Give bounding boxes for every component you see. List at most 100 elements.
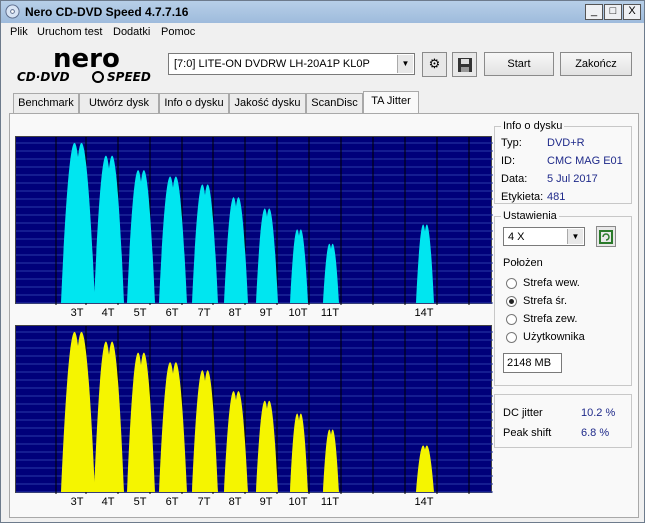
x-tick-label: 10T — [288, 307, 308, 319]
dc-jitter-value: 10.2 % — [581, 407, 616, 419]
x-tick-label: 6T — [165, 307, 179, 319]
x-tick-label: 14T — [414, 496, 434, 508]
radio-uzytkownika[interactable] — [506, 332, 517, 343]
radio-strefa-wew[interactable] — [506, 278, 517, 289]
radio-strefa-wew-label[interactable]: Strefa wew. — [523, 277, 580, 289]
jitter-peak-10T — [290, 229, 308, 303]
logo-text-speed: SPEED — [107, 70, 151, 83]
exit-button[interactable]: Zakończ — [560, 52, 632, 76]
window-title: Nero CD-DVD Speed 4.7.7.16 — [25, 5, 189, 19]
jitter-peak-7T — [192, 370, 218, 492]
radio-strefa-sr[interactable] — [506, 296, 517, 307]
settings-group: Ustawienia 4 X ▼ Położen Strefa wew. Str… — [494, 210, 632, 386]
x-tick-label: 7T — [197, 496, 211, 508]
jitter-peak-6T — [159, 362, 187, 492]
menu-dodatki[interactable]: Dodatki — [113, 26, 150, 38]
x-tick-label: 4T — [101, 496, 115, 508]
drive-info-button[interactable]: ⚙ — [422, 52, 447, 77]
save-button[interactable] — [452, 52, 477, 77]
tab-jakosc-dysku[interactable]: Jakość dysku — [229, 93, 306, 113]
disc-date-label: Data: — [501, 173, 528, 185]
disc-info-title: Info o dysku — [501, 120, 565, 132]
peak-shift-value: 6.8 % — [581, 427, 610, 439]
size-input-value: 2148 MB — [507, 357, 552, 369]
x-tick-label: 9T — [259, 307, 273, 319]
speed-select-value: 4 X — [508, 231, 525, 243]
drive-select[interactable]: [7:0] LITE-ON DVDRW LH-20A1P KL0P ▼ — [168, 53, 415, 75]
jitter-peak-7T — [192, 184, 218, 303]
pit-jitter-chart — [15, 325, 493, 494]
menu-pomoc[interactable]: Pomoc — [161, 26, 195, 38]
jitter-peak-5T — [127, 170, 155, 303]
land-x-axis: 3T 4T 5T 6T 7T 8T 9T 10T 11T 14T — [15, 307, 492, 321]
x-tick-label: 11T — [320, 307, 340, 319]
radio-strefa-sr-label[interactable]: Strefa śr. — [523, 295, 567, 307]
refresh-icon — [599, 230, 613, 244]
jitter-peak-8T — [224, 391, 248, 492]
radio-strefa-zew-label[interactable]: Strefa zew. — [523, 313, 577, 325]
x-tick-label: 5T — [133, 307, 147, 319]
start-button[interactable]: Start — [484, 52, 554, 76]
settings-title: Ustawienia — [501, 210, 559, 222]
disc-label-label: Etykieta: — [501, 191, 544, 203]
cd-icon — [5, 4, 20, 19]
pit-x-axis: 3T 4T 5T 6T 7T 8T 9T 10T 11T 14T — [15, 496, 492, 510]
speed-chevron-down-icon[interactable]: ▼ — [567, 229, 583, 244]
nero-logo: nero CD·DVD SPEED — [15, 44, 163, 84]
jitter-peak-6T — [159, 176, 187, 303]
disc-date-value: 5 Jul 2017 — [547, 173, 598, 185]
radio-uzytkownika-label[interactable]: Użytkownika — [523, 331, 585, 343]
results-group: DC jitter 10.2 % Peak shift 6.8 % — [494, 394, 632, 448]
x-tick-label: 14T — [414, 307, 434, 319]
disc-type-value: DVD+R — [547, 137, 585, 149]
tab-utworz-dysk[interactable]: Utwórz dysk — [79, 93, 159, 113]
menu-bar: Plik Uruchom test Dodatki Pomoc — [1, 23, 644, 41]
radio-strefa-zew[interactable] — [506, 314, 517, 325]
x-tick-label: 6T — [165, 496, 179, 508]
menu-plik[interactable]: Plik — [10, 26, 28, 38]
x-tick-label: 8T — [228, 496, 242, 508]
gears-icon: ⚙ — [428, 56, 441, 71]
x-tick-label: 9T — [259, 496, 273, 508]
x-tick-label: 4T — [101, 307, 115, 319]
pit-jitter-svg — [16, 326, 493, 494]
jitter-peak-8T — [224, 197, 248, 303]
disc-type-label: Typ: — [501, 137, 522, 149]
close-button[interactable]: X — [623, 4, 641, 20]
minimize-button[interactable]: _ — [585, 4, 603, 20]
drive-select-value: [7:0] LITE-ON DVDRW LH-20A1P KL0P — [174, 58, 370, 70]
title-bar: Nero CD-DVD Speed 4.7.7.16 _ □ X — [1, 1, 644, 23]
app-window: Nero CD-DVD Speed 4.7.7.16 _ □ X Plik Ur… — [0, 0, 645, 523]
jitter-peak-11T — [323, 429, 339, 492]
jitter-peak-9T — [256, 400, 278, 492]
refresh-button[interactable] — [596, 226, 616, 247]
speed-select[interactable]: 4 X ▼ — [503, 227, 585, 246]
position-title: Położen — [503, 257, 543, 269]
x-tick-label: 7T — [197, 307, 211, 319]
x-tick-label: 10T — [288, 496, 308, 508]
jitter-peak-11T — [323, 243, 339, 303]
land-jitter-svg — [16, 137, 493, 305]
maximize-button[interactable]: □ — [604, 4, 622, 20]
jitter-peak-14T — [416, 445, 434, 492]
x-tick-label: 5T — [133, 496, 147, 508]
x-tick-label: 11T — [320, 496, 340, 508]
disc-info-group: Info o dysku Typ: DVD+R ID: CMC MAG E01 … — [494, 120, 632, 204]
tab-scandisc[interactable]: ScanDisc — [306, 93, 363, 113]
jitter-peak-10T — [290, 413, 308, 492]
x-tick-label: 3T — [70, 496, 84, 508]
dc-jitter-label: DC jitter — [503, 407, 543, 419]
menu-uruchom-test[interactable]: Uruchom test — [37, 26, 102, 38]
jitter-peak-5T — [127, 352, 155, 492]
x-tick-label: 8T — [228, 307, 242, 319]
tab-info-o-dysku[interactable]: Info o dysku — [159, 93, 229, 113]
floppy-icon — [457, 58, 472, 72]
tab-ta-jitter[interactable]: TA Jitter — [363, 91, 419, 114]
size-input[interactable]: 2148 MB — [503, 353, 562, 373]
jitter-peak-4T — [94, 155, 124, 303]
disc-id-label: ID: — [501, 155, 516, 167]
tab-benchmark[interactable]: Benchmark — [13, 93, 79, 113]
x-tick-label: 3T — [70, 307, 84, 319]
chevron-down-icon[interactable]: ▼ — [397, 55, 413, 73]
land-jitter-chart — [15, 136, 493, 305]
